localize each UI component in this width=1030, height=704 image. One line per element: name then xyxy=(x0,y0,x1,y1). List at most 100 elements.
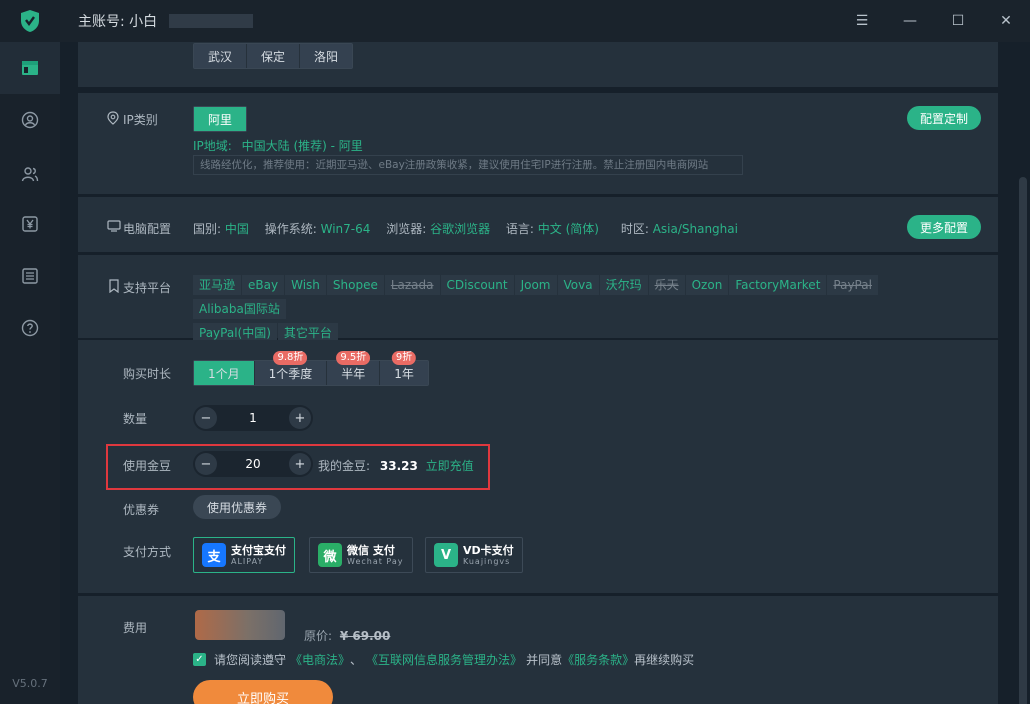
app-logo xyxy=(0,0,60,42)
duration-1-year[interactable]: 9折 1年 xyxy=(380,351,428,385)
agree-suffix: 再继续购买 xyxy=(634,653,695,667)
platform-tag[interactable]: Joom xyxy=(514,275,557,295)
duration-1-month[interactable]: 1个月 xyxy=(194,361,255,385)
agreement-row: ✓ 请您阅读遵守 《电商法》 、 《互联网信息服务管理办法》 并同意 《服务条款… xyxy=(193,651,694,668)
nav-orders[interactable] xyxy=(0,250,60,302)
platform-tag[interactable]: PayPal xyxy=(827,275,878,295)
blurred-price xyxy=(195,610,285,640)
quantity-stepper: − 1 + xyxy=(193,405,313,431)
pc-config-label: 电脑配置 xyxy=(123,222,172,236)
city-tag[interactable]: 保定 xyxy=(247,44,301,68)
scrollbar[interactable] xyxy=(1019,177,1027,704)
pay-wechat-option[interactable]: 微 微信 支付 Wechat Pay xyxy=(309,537,413,573)
my-beans: 我的金豆: 33.23 立即充值 xyxy=(318,457,474,474)
platform-tag[interactable]: Shopee xyxy=(326,275,384,295)
platform-tag[interactable]: 亚马逊 xyxy=(193,275,242,295)
original-price: 原价: ¥ 69.00 xyxy=(304,627,390,644)
beans-stepper: − 20 + xyxy=(193,451,313,477)
beans-increase-button[interactable]: + xyxy=(289,453,311,475)
platform-tag[interactable]: 乐天 xyxy=(648,275,685,295)
buy-now-button[interactable]: 立即购买 xyxy=(193,680,333,704)
close-icon[interactable]: ✕ xyxy=(982,0,1030,42)
nav-account[interactable] xyxy=(0,94,60,146)
payment-label: 支付方式 xyxy=(123,545,172,559)
timezone-value: Asia/Shanghai xyxy=(652,222,738,236)
ip-type-selector: 阿里 xyxy=(193,106,248,132)
quantity-decrease-button[interactable]: − xyxy=(195,407,217,429)
timezone-key: 时区: xyxy=(620,222,649,236)
agree-mid: 并同意 xyxy=(526,653,563,667)
platform-tag[interactable]: Alibaba国际站 xyxy=(193,299,286,319)
quantity-input[interactable]: 1 xyxy=(219,411,287,425)
nav-help[interactable] xyxy=(0,302,60,354)
quantity-label: 数量 xyxy=(123,412,148,426)
use-coupon-button[interactable]: 使用优惠券 xyxy=(193,495,282,519)
discount-badge: 9折 xyxy=(391,351,417,365)
browser-key: 浏览器: xyxy=(386,222,427,236)
shield-logo-icon xyxy=(21,10,39,32)
nav-finance[interactable] xyxy=(0,198,60,250)
platforms-label: 支持平台 xyxy=(123,281,172,295)
my-beans-label: 我的金豆: xyxy=(318,459,371,473)
quantity-increase-button[interactable]: + xyxy=(289,407,311,429)
maximize-icon[interactable]: ☐ xyxy=(934,0,982,42)
beans-input[interactable]: 20 xyxy=(219,457,287,471)
user-circle-icon xyxy=(21,111,39,129)
city-tags: 武汉 保定 洛阳 xyxy=(193,43,354,69)
pay-vdcard-option[interactable]: V VD卡支付 Kuajingvs xyxy=(425,537,523,573)
discount-badge: 9.5折 xyxy=(336,351,371,365)
ip-type-ali-button[interactable]: 阿里 xyxy=(194,107,247,131)
yuan-icon xyxy=(22,216,38,232)
pay-option-sub: Wechat Pay xyxy=(347,556,404,566)
platform-tags: 亚马逊 eBay Wish Shopee Lazada CDiscount Joom Vova… xyxy=(193,275,953,347)
beans-decrease-button[interactable]: − xyxy=(195,453,217,475)
platform-tag[interactable]: Vova xyxy=(557,275,599,295)
main-content: 武汉 保定 洛阳 IP类别 阿里 IP地域: 中国大陆 (推荐) - 阿里 线路… xyxy=(60,42,1030,704)
pay-alipay-option[interactable]: 支 支付宝支付 ALIPAY xyxy=(193,537,295,573)
internet-regulation-link[interactable]: 《互联网信息服务管理办法》 xyxy=(366,651,522,668)
my-beans-value: 33.23 xyxy=(379,459,418,473)
more-config-button[interactable]: 更多配置 xyxy=(907,215,982,239)
minimize-icon[interactable]: — xyxy=(886,0,934,42)
agree-checkbox[interactable]: ✓ xyxy=(193,653,206,666)
os-key: 操作系统: xyxy=(264,222,317,236)
terms-link[interactable]: 《服务条款》 xyxy=(562,651,634,668)
purchase-panel: 购买时长 1个月 9.8折 1个季度 9.5折 半年 9折 1年 数量 − 1 + 使… xyxy=(78,340,998,593)
platform-tag[interactable]: 沃尔玛 xyxy=(599,275,648,295)
platform-tag[interactable]: FactoryMarket xyxy=(729,275,827,295)
monitor-icon xyxy=(107,220,121,232)
language-key: 语言: xyxy=(505,222,534,236)
city-tag[interactable]: 洛阳 xyxy=(300,44,353,68)
fee-panel: 费用 原价: ¥ 69.00 ✓ 请您阅读遵守 《电商法》 、 《互联网信息服务… xyxy=(78,596,998,704)
beans-label: 使用金豆 xyxy=(123,459,172,473)
ip-region: IP地域: 中国大陆 (推荐) - 阿里 xyxy=(193,137,363,154)
wechat-icon: 微 xyxy=(318,543,342,567)
title-bar: 主账号: 小白 ☰ — ☐ ✕ xyxy=(60,0,1030,42)
platform-tag[interactable]: CDiscount xyxy=(440,275,514,295)
city-panel: 武汉 保定 洛阳 xyxy=(78,42,998,87)
platform-tag[interactable]: Lazada xyxy=(384,275,440,295)
platform-tag[interactable]: Wish xyxy=(285,275,326,295)
masked-account-id xyxy=(169,14,254,28)
discount-badge: 9.8折 xyxy=(273,351,308,365)
platform-tag[interactable]: eBay xyxy=(242,275,285,295)
pc-config-panel: 电脑配置 国别: 中国 操作系统: Win7-64 浏览器: 谷歌浏览器 语言:… xyxy=(78,197,998,252)
city-tag[interactable]: 武汉 xyxy=(194,44,248,68)
original-price-label: 原价: xyxy=(304,629,333,643)
ip-note: 线路经优化，推荐使用：近期亚马逊、eBay注册政策收紧，建议使用住宅IP进行注册… xyxy=(193,155,743,175)
platform-tag[interactable]: Ozon xyxy=(685,275,729,295)
recharge-link[interactable]: 立即充值 xyxy=(426,459,474,473)
duration-quarter[interactable]: 9.8折 1个季度 xyxy=(254,351,328,385)
config-custom-button[interactable]: 配置定制 xyxy=(907,106,982,130)
agree-separator: 、 xyxy=(350,653,363,667)
language-value: 中文 (简体) xyxy=(537,222,599,236)
menu-icon[interactable]: ☰ xyxy=(838,0,886,42)
duration-half-year[interactable]: 9.5折 半年 xyxy=(327,351,381,385)
ecommerce-law-link[interactable]: 《电商法》 xyxy=(290,651,350,668)
nav-team[interactable] xyxy=(0,148,60,200)
account-label: 主账号: 小白 xyxy=(78,14,158,30)
sidebar: V5.0.7 xyxy=(0,0,60,704)
nav-browser[interactable] xyxy=(0,42,60,94)
os-value: Win7-64 xyxy=(320,222,371,236)
list-icon xyxy=(22,268,38,284)
